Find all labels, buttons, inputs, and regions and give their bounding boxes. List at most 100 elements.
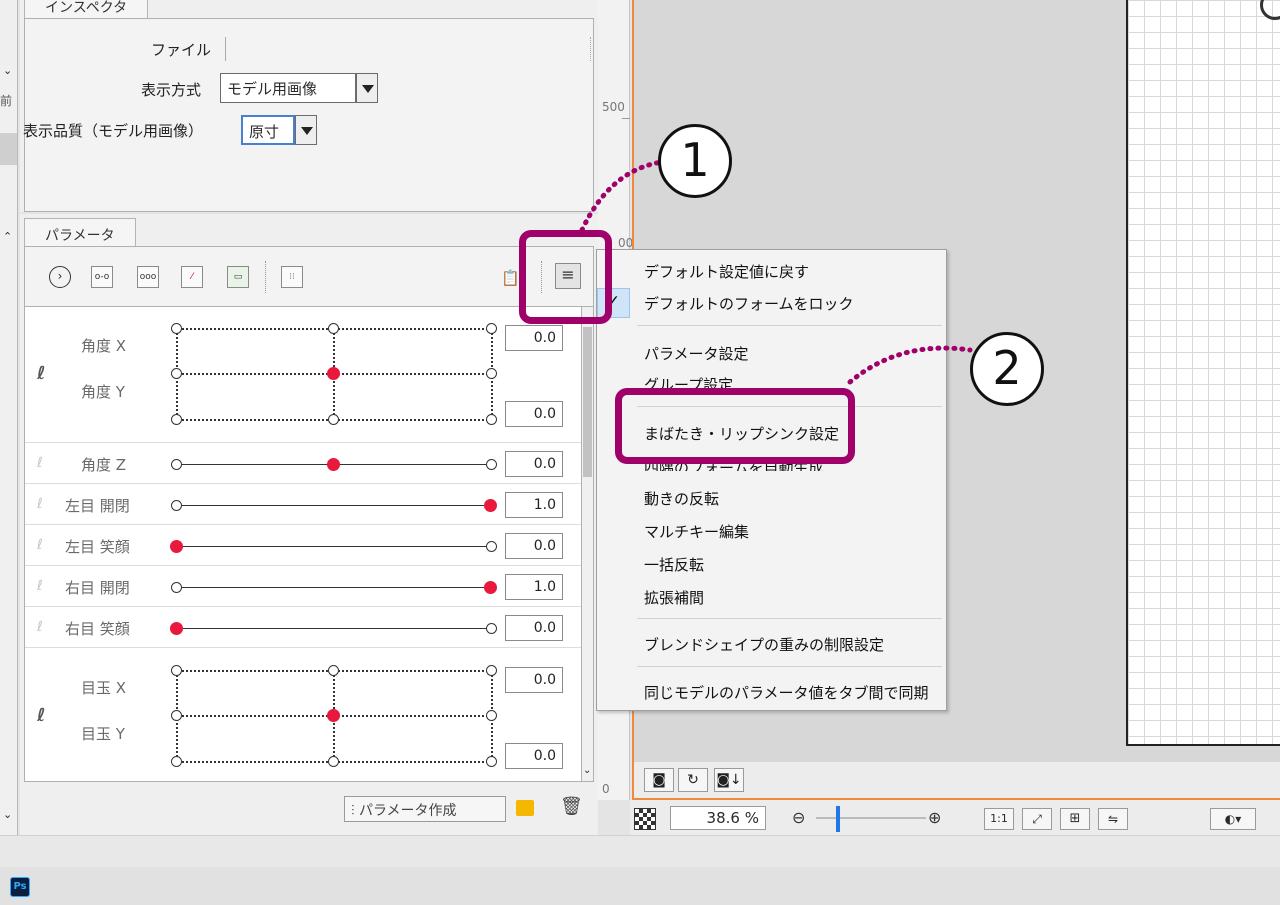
zoom-in-icon[interactable]: ⊕ xyxy=(928,808,941,827)
parameter-footer: ⫶ パラメータ作成 🗑 xyxy=(24,786,594,834)
file-label: ファイル xyxy=(151,41,212,59)
param-row-eyeball-xy: ℓ 目玉 X 目玉 Y 0.0 0.0 xyxy=(25,649,581,781)
folder-icon[interactable] xyxy=(516,800,534,816)
remove-param-icon[interactable]: ⁄ xyxy=(181,266,203,288)
tab-parameter[interactable]: パラメータ xyxy=(24,218,136,248)
param-value-input[interactable]: 0.0 xyxy=(505,401,563,427)
quality-select[interactable]: 原寸 xyxy=(241,115,295,145)
inspector-body: ファイル 表示方式 モデル用画像 表示品質（モデル用画像） 原寸 xyxy=(23,18,594,212)
camera-icon[interactable]: ◙ xyxy=(644,768,674,792)
chevron-down-icon[interactable] xyxy=(295,115,317,145)
param-handle[interactable] xyxy=(327,458,340,471)
param-row-left-eye-open: ℓ 左目 開閉 1.0 xyxy=(25,485,581,525)
link-icon[interactable]: ℓ xyxy=(37,455,43,471)
paste-icon[interactable]: 📋 xyxy=(501,269,520,287)
param-row-left-eye-smile: ℓ 左目 笑顔 0.0 xyxy=(25,526,581,566)
camera-reset-icon[interactable]: ↻ xyxy=(678,768,708,792)
create-parameter-label: パラメータ作成 xyxy=(358,803,457,819)
flip-icon[interactable]: ⇋ xyxy=(1098,808,1128,830)
param-handle[interactable] xyxy=(170,540,183,553)
link-icon[interactable]: ℓ xyxy=(37,537,43,553)
chevron-down-icon[interactable]: ⌄ xyxy=(3,64,12,77)
zoom-bar: 38.6 % ⊖ ⊕ 1:1 ⤢ ⊞ ⇋ ◐▾ xyxy=(630,800,1280,835)
param-value-input[interactable]: 0.0 xyxy=(505,743,563,769)
add-multi-param-icon[interactable]: ooo xyxy=(137,266,159,288)
param-value-input[interactable]: 0.0 xyxy=(505,325,563,351)
display-mode-select[interactable]: モデル用画像 xyxy=(220,73,356,103)
param-handle[interactable] xyxy=(327,367,340,380)
param-display-icon[interactable]: ▭ xyxy=(227,266,249,288)
param-value-input[interactable]: 0.0 xyxy=(505,667,563,693)
strip-top xyxy=(0,0,17,62)
annotation-connector-2 xyxy=(847,345,973,385)
param-handle[interactable] xyxy=(327,709,340,722)
link-icon[interactable]: ℓ xyxy=(37,705,46,726)
expand-icon[interactable]: › xyxy=(49,266,71,288)
link-icon[interactable]: ℓ xyxy=(37,363,46,384)
param-name: 右目 開閉 xyxy=(65,579,130,597)
canvas-paper[interactable] xyxy=(1126,0,1280,746)
create-param-icon: ⫶ xyxy=(351,803,359,819)
fit-icon[interactable]: ⤢ xyxy=(1022,808,1052,830)
param-handle[interactable] xyxy=(484,581,497,594)
param-value-input[interactable]: 0.0 xyxy=(505,615,563,641)
ruler-label: 500 xyxy=(602,100,625,114)
zoom-unit: % xyxy=(744,809,759,827)
chevron-up-icon[interactable]: ⌃ xyxy=(3,230,12,243)
menu-item-extended-interpolation[interactable]: 拡張補間 xyxy=(644,587,704,608)
menu-separator xyxy=(637,666,942,667)
param-row-right-eye-smile: ℓ 右目 笑顔 0.0 xyxy=(25,608,581,648)
zoom-out-icon[interactable]: ⊖ xyxy=(792,808,805,827)
annotation-number-2: 2 xyxy=(970,332,1044,406)
zoom-slider[interactable] xyxy=(816,817,926,819)
param-name: 角度 Y xyxy=(81,383,125,401)
zoom-slider-handle[interactable] xyxy=(836,806,840,832)
parameter-list: ℓ 角度 X 角度 Y 0.0 0.0 ℓ 角度 Z 0.0 ℓ 左目 開閉 1… xyxy=(24,306,582,782)
menu-item-blendshape-weight-limit[interactable]: ブレンドシェイプの重みの制限設定 xyxy=(644,634,884,655)
ruler-label: 0 xyxy=(602,782,610,796)
param-name: 目玉 X xyxy=(81,679,127,697)
annotation-connector-1 xyxy=(579,159,665,233)
menu-separator xyxy=(637,618,942,619)
param-name: 角度 X xyxy=(81,337,127,355)
trash-icon[interactable]: 🗑 xyxy=(560,796,583,817)
param-name: 左目 開閉 xyxy=(65,497,130,515)
photoshop-icon[interactable]: Ps xyxy=(10,877,30,897)
camera-download-icon[interactable]: ◙↓ xyxy=(714,768,744,792)
toggle-icon[interactable]: ◐▾ xyxy=(1210,808,1256,830)
link-icon[interactable]: ℓ xyxy=(37,578,43,594)
link-icon[interactable]: ℓ xyxy=(37,496,43,512)
grid-icon[interactable]: ⁞⁞ xyxy=(281,266,303,288)
inspector-panel: インスペクタ ファイル 表示方式 モデル用画像 表示品質（モデル用画像） 原寸 xyxy=(20,0,598,212)
menu-item-reverse-motion[interactable]: 動きの反転 xyxy=(644,488,719,509)
tab-inspector[interactable]: インスペクタ xyxy=(24,0,149,18)
chevron-down-icon[interactable]: ⌄ xyxy=(3,808,12,821)
link-icon[interactable]: ℓ xyxy=(37,619,43,635)
param-handle[interactable] xyxy=(170,622,183,635)
param-value-input[interactable]: 1.0 xyxy=(505,492,563,518)
checker-icon[interactable] xyxy=(634,808,656,830)
zoom-input[interactable]: 38.6 % xyxy=(670,806,766,830)
chevron-down-icon[interactable] xyxy=(356,73,378,103)
param-value-input[interactable]: 1.0 xyxy=(505,574,563,600)
strip-highlight xyxy=(0,133,17,165)
add-param-icon[interactable]: o-o xyxy=(91,266,113,288)
actual-size-button[interactable]: 1:1 xyxy=(984,808,1014,830)
canvas-artwork xyxy=(1260,0,1280,20)
param-value-input[interactable]: 0.0 xyxy=(505,533,563,559)
parameter-panel: パラメータ › o-o ooo ⁄ ▭ ⁞⁞ 📋 ≡ ℓ 角度 X 角度 Y 0… xyxy=(20,214,598,835)
left-side-strip: ⌄ 前 ⌃ ⌄ xyxy=(0,0,18,835)
file-field[interactable] xyxy=(225,37,591,61)
menu-item-multi-key-edit[interactable]: マルチキー編集 xyxy=(644,521,749,542)
chevron-down-icon[interactable]: ⌄ xyxy=(583,765,591,776)
param-handle[interactable] xyxy=(484,499,497,512)
param-name: 角度 Z xyxy=(81,456,127,474)
param-name: 左目 笑顔 xyxy=(65,538,130,556)
param-value-input[interactable]: 0.0 xyxy=(505,451,563,477)
annotation-dotted-connectors xyxy=(579,159,973,385)
create-parameter-button[interactable]: ⫶ パラメータ作成 xyxy=(344,796,506,822)
center-icon[interactable]: ⊞ xyxy=(1060,808,1090,830)
menu-item-batch-reverse[interactable]: 一括反転 xyxy=(644,554,704,575)
display-mode-label: 表示方式 xyxy=(141,81,202,99)
menu-item-sync-parameters[interactable]: 同じモデルのパラメータ値をタブ間で同期 xyxy=(644,682,929,703)
